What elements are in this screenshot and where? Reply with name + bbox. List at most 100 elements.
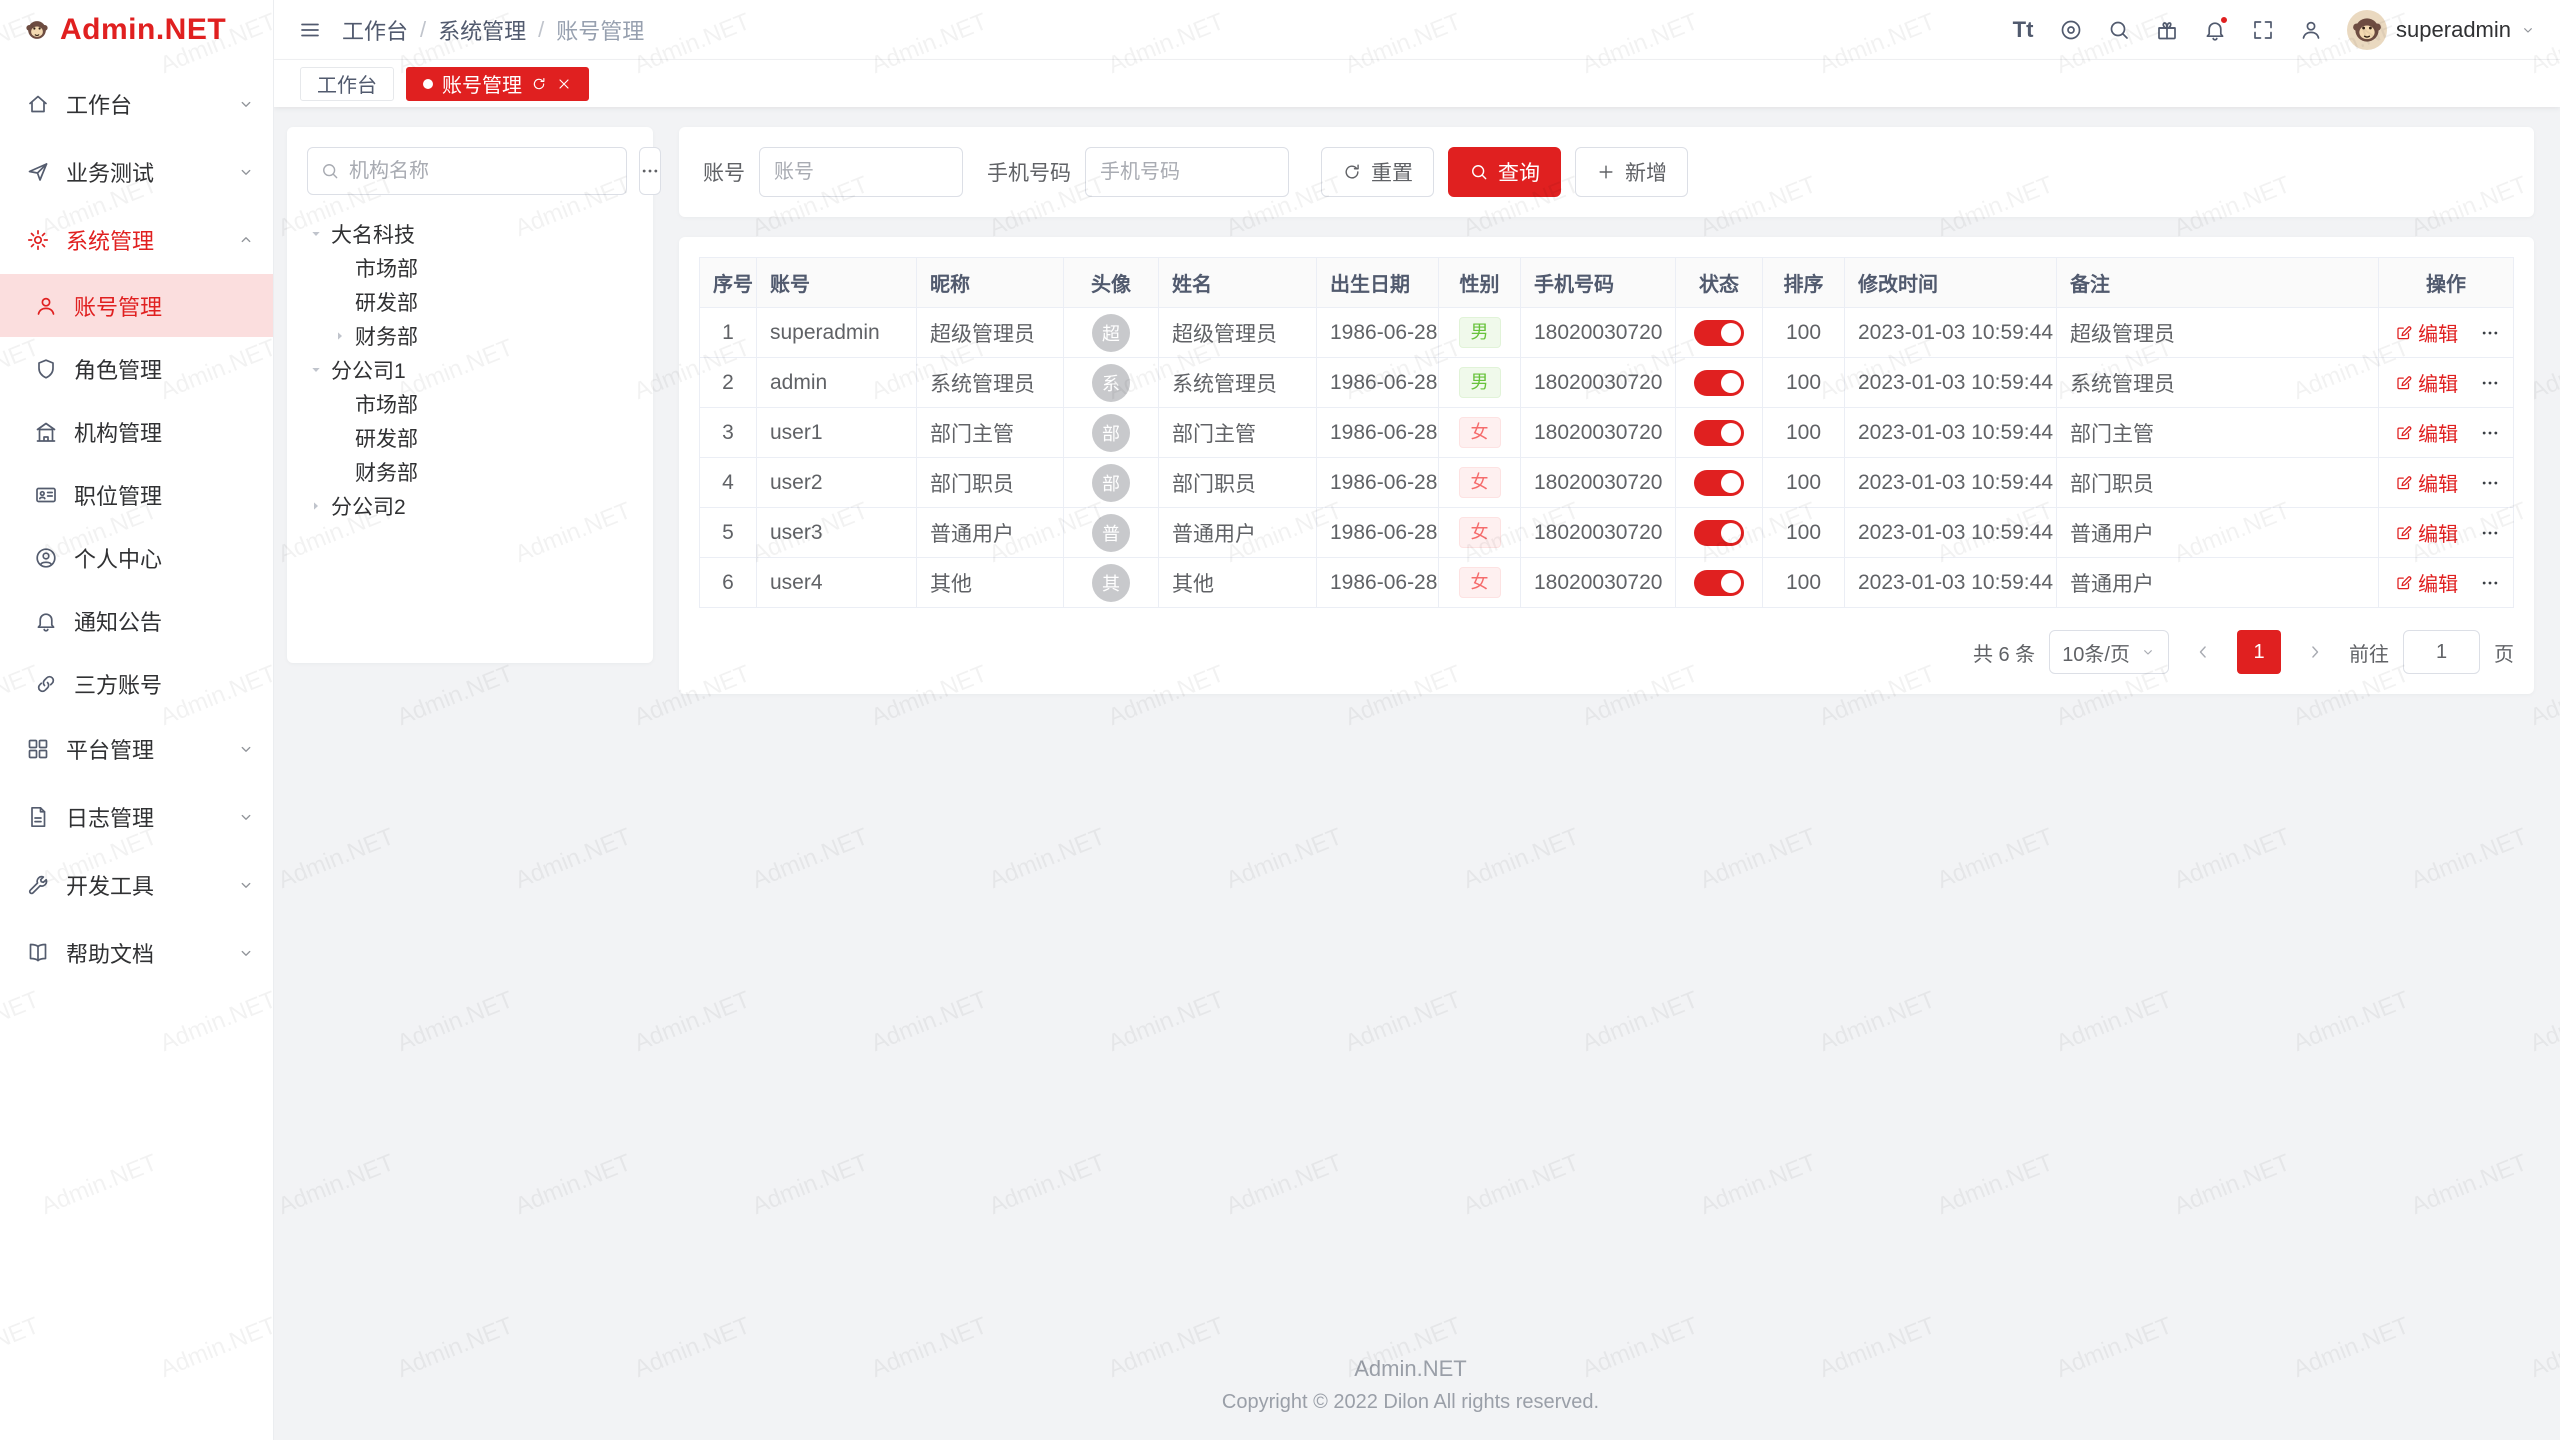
gift-button[interactable] xyxy=(2145,8,2189,52)
sidebar-item-dev-tools[interactable]: 开发工具 xyxy=(0,851,273,919)
breadcrumb-system-management[interactable]: 系统管理 xyxy=(438,14,526,46)
table-row: 6 user4 其他 其 其他 1986-06-28 女 18020030720 xyxy=(700,558,2514,608)
notification-badge xyxy=(2219,15,2229,25)
notifications-button[interactable] xyxy=(2193,8,2237,52)
tree-node[interactable]: 财务部 xyxy=(307,455,633,489)
tab-account-management[interactable]: 账号管理 xyxy=(406,67,589,101)
tree-node[interactable]: 市场部 xyxy=(307,251,633,285)
cell-birthday: 1986-06-28 xyxy=(1317,408,1439,458)
cell-remark: 系统管理员 xyxy=(2057,358,2379,408)
sidebar-item-business-test[interactable]: 业务测试 xyxy=(0,138,273,206)
chevron-down-icon xyxy=(237,876,255,894)
cell-account: user3 xyxy=(757,508,917,558)
cell-actions: 编辑 xyxy=(2379,458,2514,508)
phone-filter-label: 手机号码 xyxy=(987,157,1071,187)
edit-button[interactable]: 编辑 xyxy=(2395,518,2458,547)
refresh-tab-icon[interactable] xyxy=(531,76,547,92)
sidebar-item-account-management[interactable]: 账号管理 xyxy=(0,274,273,337)
sidebar-item-org-management[interactable]: 机构管理 xyxy=(0,400,273,463)
font-size-button[interactable]: Tt xyxy=(2001,8,2045,52)
table-row: 5 user3 普通用户 普 普通用户 1986-06-28 女 1802003… xyxy=(700,508,2514,558)
accounts-table-card: 序号 账号 昵称 头像 姓名 出生日期 性别 手机号码 状态 排序 xyxy=(679,237,2534,694)
tree-node[interactable]: 财务部 xyxy=(307,319,633,353)
avatar: 部 xyxy=(1092,464,1130,502)
tree-node[interactable]: 分公司2 xyxy=(307,489,633,523)
cell-actions: 编辑 xyxy=(2379,308,2514,358)
breadcrumb-workbench[interactable]: 工作台 xyxy=(342,14,408,46)
status-toggle[interactable] xyxy=(1694,420,1744,446)
global-search-button[interactable] xyxy=(2097,8,2141,52)
more-actions-button[interactable] xyxy=(2480,573,2500,593)
more-actions-button[interactable] xyxy=(2480,523,2500,543)
gender-badge: 女 xyxy=(1459,567,1501,598)
collapse-menu-button[interactable] xyxy=(298,18,322,42)
page-size-select[interactable]: 10条/页 xyxy=(2049,630,2169,674)
sidebar-item-workbench[interactable]: 工作台 xyxy=(0,70,273,138)
tree-node[interactable]: 研发部 xyxy=(307,421,633,455)
cell-phone: 18020030720 xyxy=(1521,458,1676,508)
sidebar-item-system-management[interactable]: 系统管理 xyxy=(0,206,273,274)
status-toggle[interactable] xyxy=(1694,520,1744,546)
edit-button[interactable]: 编辑 xyxy=(2395,418,2458,447)
sidebar-item-role-management[interactable]: 角色管理 xyxy=(0,337,273,400)
cell-status xyxy=(1676,558,1763,608)
phone-filter-input[interactable] xyxy=(1085,147,1289,197)
sidebar-item-help-docs[interactable]: 帮助文档 xyxy=(0,919,273,987)
edit-button[interactable]: 编辑 xyxy=(2395,568,2458,597)
tree-node[interactable]: 研发部 xyxy=(307,285,633,319)
tree-node[interactable]: 分公司1 xyxy=(307,353,633,387)
status-toggle[interactable] xyxy=(1694,320,1744,346)
user-menu[interactable]: superadmin xyxy=(2347,10,2536,50)
reset-button[interactable]: 重置 xyxy=(1321,147,1434,197)
status-toggle[interactable] xyxy=(1694,370,1744,396)
target-icon xyxy=(2059,18,2083,42)
cell-gender: 女 xyxy=(1439,458,1521,508)
account-filter-input[interactable] xyxy=(759,147,963,197)
edit-button[interactable]: 编辑 xyxy=(2395,318,2458,347)
status-toggle[interactable] xyxy=(1694,570,1744,596)
close-tab-icon[interactable] xyxy=(556,76,572,92)
org-search-input[interactable] xyxy=(349,160,614,183)
sidebar-item-platform-management[interactable]: 平台管理 xyxy=(0,715,273,783)
profile-shortcut-button[interactable] xyxy=(2289,8,2333,52)
page-1-button[interactable]: 1 xyxy=(2237,630,2281,674)
more-actions-button[interactable] xyxy=(2480,323,2500,343)
search-button[interactable]: 查询 xyxy=(1448,147,1561,197)
more-actions-button[interactable] xyxy=(2480,473,2500,493)
edit-icon xyxy=(2395,324,2413,342)
tree-node[interactable]: 大名科技 xyxy=(307,217,633,251)
top-header: 工作台 / 系统管理 / 账号管理 Tt xyxy=(274,0,2560,60)
cell-order: 100 xyxy=(1763,458,1845,508)
cell-avatar: 普 xyxy=(1064,508,1159,558)
more-actions-button[interactable] xyxy=(2480,423,2500,443)
sidebar-item-log-management[interactable]: 日志管理 xyxy=(0,783,273,851)
sidebar-item-position-management[interactable]: 职位管理 xyxy=(0,463,273,526)
more-actions-button[interactable] xyxy=(2480,373,2500,393)
next-page-button[interactable] xyxy=(2295,630,2335,674)
goto-page-input[interactable] xyxy=(2403,630,2480,674)
sidebar-item-third-party-account[interactable]: 三方账号 xyxy=(0,652,273,715)
cell-avatar: 部 xyxy=(1064,408,1159,458)
send-icon xyxy=(26,160,50,184)
sidebar-item-personal-center[interactable]: 个人中心 xyxy=(0,526,273,589)
cell-order: 100 xyxy=(1763,408,1845,458)
org-tree: 大名科技 市场部 研发部 财务部 xyxy=(307,217,633,523)
cell-actions: 编辑 xyxy=(2379,358,2514,408)
cell-nickname: 部门主管 xyxy=(917,408,1064,458)
edit-button[interactable]: 编辑 xyxy=(2395,468,2458,497)
tree-node[interactable]: 市场部 xyxy=(307,387,633,421)
logo[interactable]: Admin.NET xyxy=(0,0,273,60)
sidebar-item-notice[interactable]: 通知公告 xyxy=(0,589,273,652)
tree-more-button[interactable] xyxy=(639,147,661,195)
tab-workbench[interactable]: 工作台 xyxy=(300,67,394,101)
fullscreen-button[interactable] xyxy=(2241,8,2285,52)
locale-button[interactable] xyxy=(2049,8,2093,52)
prev-page-button[interactable] xyxy=(2183,630,2223,674)
avatar: 其 xyxy=(1092,564,1130,602)
system-management-submenu: 账号管理 角色管理 机构管理 职位管理 个人中心 xyxy=(0,274,273,715)
cell-modified: 2023-01-03 10:59:44 xyxy=(1845,508,2057,558)
cell-phone: 18020030720 xyxy=(1521,308,1676,358)
edit-button[interactable]: 编辑 xyxy=(2395,368,2458,397)
status-toggle[interactable] xyxy=(1694,470,1744,496)
add-button[interactable]: 新增 xyxy=(1575,147,1688,197)
